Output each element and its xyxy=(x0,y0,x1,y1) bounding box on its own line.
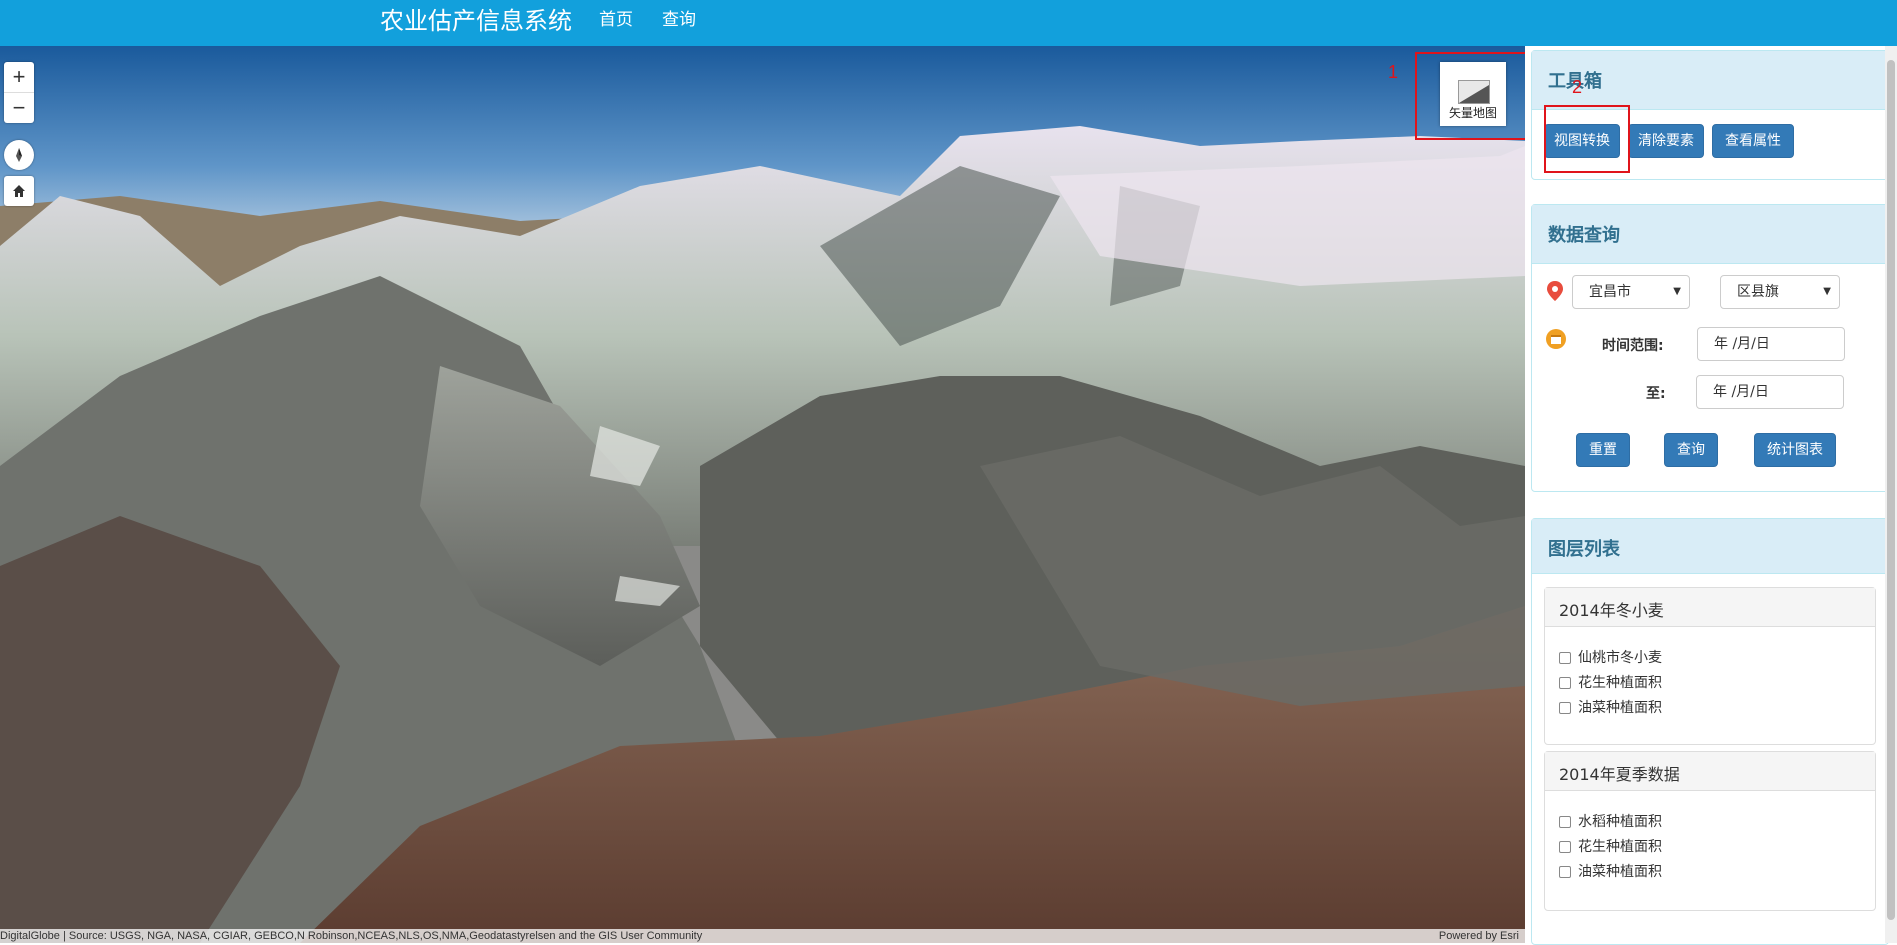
nav-query-link[interactable]: 查询 xyxy=(662,9,696,31)
chevron-down-icon: ▼ xyxy=(1673,286,1681,297)
layer-item-label: 仙桃市冬小麦 xyxy=(1578,650,1662,666)
location-marker-icon xyxy=(1547,281,1563,301)
date-from-input[interactable]: 年 /月/日 xyxy=(1697,327,1845,361)
layer-item-label: 油菜种植面积 xyxy=(1578,700,1662,716)
scrollbar-thumb[interactable] xyxy=(1887,60,1895,920)
reset-button[interactable]: 重置 xyxy=(1576,433,1630,467)
checkbox[interactable] xyxy=(1559,677,1571,689)
checkbox[interactable] xyxy=(1559,866,1571,878)
compass-button[interactable] xyxy=(4,140,34,170)
checkbox[interactable] xyxy=(1559,816,1571,828)
date-from-value: 年 /月/日 xyxy=(1714,336,1770,352)
layer-group-winter-wheat: 2014年冬小麦 仙桃市冬小麦 花生种植面积 油菜种植面积 xyxy=(1544,587,1876,745)
right-sidebar: 工具箱 视图转换 清除要素 查看属性 2 数据查询 宜昌市 ▼ 区县旗 ▼ 时间… xyxy=(1525,46,1897,945)
toolbox-panel: 工具箱 视图转换 清除要素 查看属性 2 xyxy=(1531,50,1889,180)
home-button[interactable] xyxy=(4,176,34,206)
zoom-control: + − xyxy=(4,62,34,123)
zoom-in-button[interactable]: + xyxy=(4,62,34,92)
city-select-value: 宜昌市 xyxy=(1589,284,1631,300)
statistics-chart-button[interactable]: 统计图表 xyxy=(1754,433,1836,467)
terrain-imagery xyxy=(0,46,1525,943)
layer-group-heading[interactable]: 2014年冬小麦 xyxy=(1545,588,1875,627)
nav-home-link[interactable]: 首页 xyxy=(599,9,633,31)
map-attribution: DigitalGlobe | Source: USGS, NGA, NASA, … xyxy=(0,929,1525,943)
layer-item-label: 水稻种植面积 xyxy=(1578,814,1662,830)
layer-list-panel-heading: 图层列表 xyxy=(1532,519,1888,574)
layer-item-label: 花生种植面积 xyxy=(1578,675,1662,691)
annotation-label-2: 2 xyxy=(1572,77,1583,97)
chevron-down-icon: ▼ xyxy=(1823,286,1831,297)
home-icon xyxy=(13,185,25,197)
district-select-value: 区县旗 xyxy=(1737,284,1779,300)
data-query-title: 数据查询 xyxy=(1548,225,1620,246)
attribution-powered-by[interactable]: Powered by Esri xyxy=(1439,929,1519,943)
layer-group-title: 2014年冬小麦 xyxy=(1559,601,1664,620)
layer-list-title: 图层列表 xyxy=(1548,539,1620,560)
to-label: 至: xyxy=(1646,386,1666,402)
layer-item-label: 花生种植面积 xyxy=(1578,839,1662,855)
time-range-label: 时间范围: xyxy=(1602,338,1664,354)
annotation-label-1: 1 xyxy=(1388,62,1399,82)
scene-map-view[interactable]: + − 矢量地图 1 DigitalGlobe | Source: USGS, … xyxy=(0,46,1525,943)
checkbox[interactable] xyxy=(1559,841,1571,853)
app-title: 农业估产信息系统 xyxy=(380,7,572,35)
date-to-input[interactable]: 年 /月/日 xyxy=(1696,375,1844,409)
layer-list-panel: 图层列表 2014年冬小麦 仙桃市冬小麦 花生种植面积 油菜种植面积 2014年… xyxy=(1531,518,1889,945)
calendar-icon xyxy=(1546,329,1566,349)
annotation-box-2 xyxy=(1544,105,1630,173)
annotation-box-1 xyxy=(1415,52,1525,140)
top-navbar: 农业估产信息系统 首页 查询 xyxy=(0,0,1897,46)
date-to-value: 年 /月/日 xyxy=(1713,384,1769,400)
district-select[interactable]: 区县旗 ▼ xyxy=(1720,275,1840,309)
data-query-panel-heading: 数据查询 xyxy=(1532,205,1888,264)
layer-item-label: 油菜种植面积 xyxy=(1578,864,1662,880)
layer-group-title: 2014年夏季数据 xyxy=(1559,765,1680,784)
view-attributes-button[interactable]: 查看属性 xyxy=(1712,124,1794,158)
city-select[interactable]: 宜昌市 ▼ xyxy=(1572,275,1690,309)
layer-group-summer-data: 2014年夏季数据 水稻种植面积 花生种植面积 油菜种植面积 xyxy=(1544,751,1876,911)
attribution-sources: DigitalGlobe | Source: USGS, NGA, NASA, … xyxy=(0,930,703,942)
layer-group-heading[interactable]: 2014年夏季数据 xyxy=(1545,752,1875,791)
toolbox-panel-heading: 工具箱 xyxy=(1532,51,1888,110)
checkbox[interactable] xyxy=(1559,652,1571,664)
sidebar-scrollbar[interactable] xyxy=(1885,46,1897,943)
data-query-panel: 数据查询 宜昌市 ▼ 区县旗 ▼ 时间范围: 年 /月/日 至: 年 /月/日 … xyxy=(1531,204,1889,492)
query-button[interactable]: 查询 xyxy=(1664,433,1718,467)
compass-icon xyxy=(16,148,22,162)
zoom-out-button[interactable]: − xyxy=(4,92,34,123)
clear-features-button[interactable]: 清除要素 xyxy=(1628,124,1704,158)
checkbox[interactable] xyxy=(1559,702,1571,714)
